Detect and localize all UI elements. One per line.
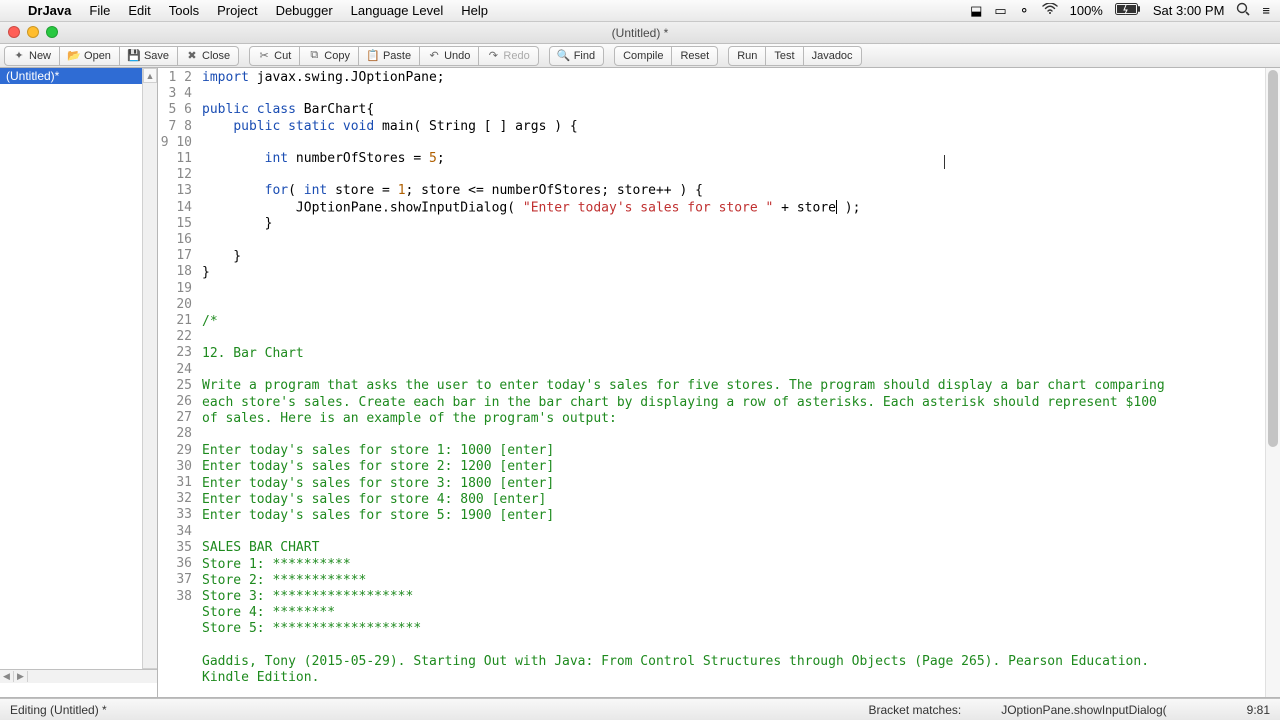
- cut-icon: ✂: [258, 50, 270, 62]
- reset-button[interactable]: Reset: [672, 46, 718, 66]
- save-icon: 💾: [128, 50, 140, 62]
- redo-button[interactable]: ↷Redo: [479, 46, 538, 66]
- dropbox-icon[interactable]: ⬓: [970, 3, 982, 19]
- undo-button[interactable]: ↶Undo: [420, 46, 479, 66]
- drjava-window: (Untitled) * ✦New 📂Open 💾Save ✖Close ✂Cu…: [0, 22, 1280, 720]
- editor-scrollbar[interactable]: [1265, 68, 1280, 697]
- menu-help[interactable]: Help: [461, 3, 488, 18]
- menu-edit[interactable]: Edit: [128, 3, 150, 18]
- scrollbar-thumb[interactable]: [1268, 70, 1278, 447]
- open-icon: 📂: [68, 50, 80, 62]
- toolbar: ✦New 📂Open 💾Save ✖Close ✂Cut ⧉Copy 📋Past…: [0, 44, 1280, 68]
- run-button[interactable]: Run: [728, 46, 766, 66]
- copy-icon: ⧉: [308, 50, 320, 62]
- window-minimize-button[interactable]: [27, 26, 39, 38]
- battery-icon[interactable]: [1115, 3, 1141, 18]
- wifi-icon[interactable]: [1042, 3, 1058, 18]
- line-gutter: 1 2 3 4 5 6 7 8 9 10 11 12 13 14 15 16 1…: [158, 68, 198, 697]
- code-editor[interactable]: 1 2 3 4 5 6 7 8 9 10 11 12 13 14 15 16 1…: [158, 68, 1280, 697]
- clock[interactable]: Sat 3:00 PM: [1153, 3, 1225, 18]
- window-zoom-button[interactable]: [46, 26, 58, 38]
- sidebar-bottom-scroll[interactable]: ◀▶: [0, 669, 157, 683]
- paste-icon: 📋: [367, 50, 379, 62]
- javadoc-button[interactable]: Javadoc: [804, 46, 862, 66]
- find-button[interactable]: 🔍Find: [549, 46, 604, 66]
- paste-button[interactable]: 📋Paste: [359, 46, 420, 66]
- scroll-up-icon[interactable]: ▲: [143, 68, 157, 83]
- test-button[interactable]: Test: [766, 46, 803, 66]
- secondary-caret: [944, 155, 945, 169]
- menu-tools[interactable]: Tools: [169, 3, 199, 18]
- menu-project[interactable]: Project: [217, 3, 257, 18]
- menu-icon[interactable]: ≡: [1262, 3, 1270, 18]
- menu-language-level[interactable]: Language Level: [351, 3, 444, 18]
- window-title: (Untitled) *: [612, 26, 669, 40]
- close-icon: ✖: [186, 50, 198, 62]
- macos-menubar: DrJava File Edit Tools Project Debugger …: [0, 0, 1280, 22]
- close-button[interactable]: ✖Close: [178, 46, 239, 66]
- titlebar: (Untitled) *: [0, 22, 1280, 44]
- file-list-item[interactable]: (Untitled)*: [0, 68, 157, 84]
- cursor-position: 9:81: [1247, 703, 1270, 717]
- app-name[interactable]: DrJava: [28, 3, 71, 18]
- find-icon: 🔍: [558, 50, 570, 62]
- open-button[interactable]: 📂Open: [60, 46, 120, 66]
- scroll-left-icon[interactable]: ◀: [0, 671, 14, 682]
- menu-file[interactable]: File: [89, 3, 110, 18]
- bracket-label: Bracket matches:: [869, 703, 962, 717]
- compile-button[interactable]: Compile: [614, 46, 672, 66]
- scroll-right-icon[interactable]: ▶: [14, 671, 28, 682]
- spotlight-icon[interactable]: [1236, 2, 1250, 19]
- battery-percent: 100%: [1070, 3, 1103, 18]
- sidebar-scrollbar[interactable]: ▲ ▼: [142, 68, 157, 683]
- bracket-value: JOptionPane.showInputDialog(: [1001, 703, 1166, 717]
- display-icon[interactable]: ▭: [994, 3, 1006, 19]
- new-button[interactable]: ✦New: [4, 46, 60, 66]
- cut-button[interactable]: ✂Cut: [249, 46, 300, 66]
- file-sidebar: (Untitled)* ▲ ▼ ◀▶: [0, 68, 158, 697]
- code-area[interactable]: import javax.swing.JOptionPane; public c…: [198, 68, 1280, 697]
- status-left: Editing (Untitled) *: [10, 703, 107, 717]
- new-icon: ✦: [13, 50, 25, 62]
- bluetooth-icon[interactable]: ⚬: [1019, 3, 1030, 19]
- window-close-button[interactable]: [8, 26, 20, 38]
- redo-icon: ↷: [487, 50, 499, 62]
- copy-button[interactable]: ⧉Copy: [300, 46, 359, 66]
- menu-debugger[interactable]: Debugger: [276, 3, 333, 18]
- status-bar: Editing (Untitled) * Bracket matches: JO…: [0, 698, 1280, 720]
- undo-icon: ↶: [428, 50, 440, 62]
- save-button[interactable]: 💾Save: [120, 46, 178, 66]
